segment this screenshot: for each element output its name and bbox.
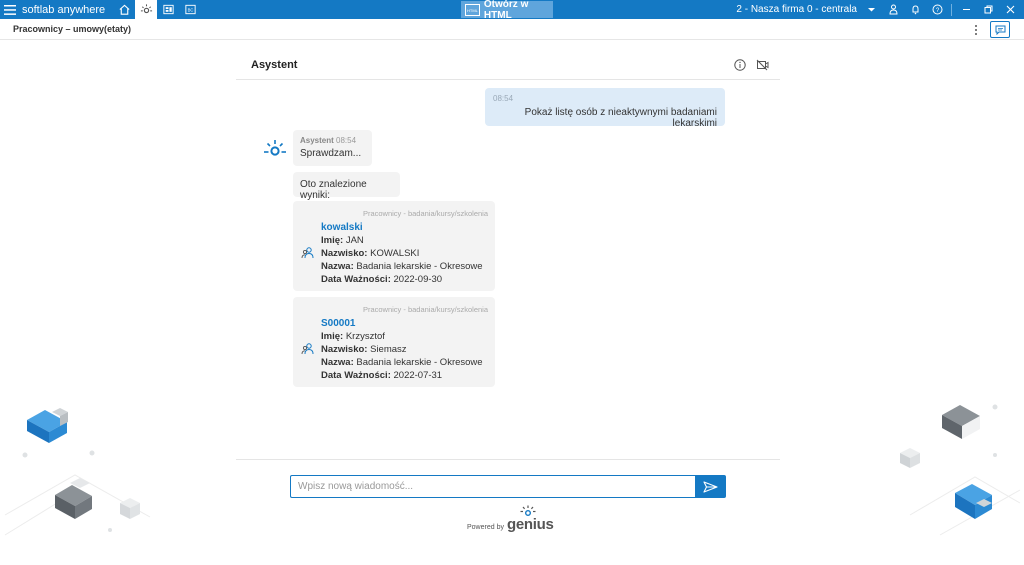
bell-icon[interactable] <box>907 0 923 19</box>
employee-group-icon <box>301 247 314 259</box>
result-row-nazwisko: Nazwisko: KOWALSKI <box>321 248 420 259</box>
user-message-bubble: 08:54 Pokaż listę osób z nieaktywnymi ba… <box>485 88 725 129</box>
employee-group-icon <box>301 343 314 355</box>
result-row-data: Data Ważności: 2022-07-31 <box>321 370 443 381</box>
result-link[interactable]: S00001 <box>321 317 483 330</box>
chevron-down-icon[interactable] <box>863 0 879 19</box>
window-list-icon[interactable] <box>157 0 179 19</box>
assistant-message-meta: Asystent 08:54 <box>300 136 365 145</box>
assistant-title: Asystent <box>251 59 298 71</box>
top-bar: softlab anywhere BC HTML Otwórz w HTML 2… <box>0 0 1024 21</box>
bc-icon[interactable]: BC <box>179 0 201 19</box>
result-link[interactable]: kowalski <box>321 221 483 234</box>
genius-logo-text: genius <box>506 516 554 533</box>
powered-by-label: Powered by <box>467 524 504 531</box>
video-off-icon[interactable] <box>756 59 769 71</box>
result-row-nazwa: Nazwa: Badania lekarskie - Okresowe <box>321 261 483 272</box>
svg-text:?: ? <box>935 8 939 14</box>
more-options-icon[interactable] <box>972 23 980 37</box>
send-icon <box>703 480 718 493</box>
result-card: Pracownicy - badania/kursy/szkolenia kow… <box>293 201 495 291</box>
result-row-imie: Imię: Krzysztof <box>321 331 385 342</box>
assistant-sender: Asystent <box>300 136 334 145</box>
page-title: Pracownicy – umowy(etaty) <box>13 24 132 34</box>
open-in-html-label: Otwórz w HTML <box>483 0 529 21</box>
help-icon[interactable]: ? <box>929 0 945 19</box>
assistant-message-bubble: Asystent 08:54 Sprawdzam... <box>293 130 372 166</box>
message-time: 08:54 <box>493 94 514 103</box>
decorative-cubes-right <box>900 404 1021 536</box>
message-input[interactable] <box>290 475 695 498</box>
close-icon[interactable] <box>1002 0 1018 19</box>
decorative-cubes-left <box>4 408 151 536</box>
header-divider <box>236 79 780 80</box>
brand-name[interactable]: softlab anywhere <box>22 4 105 16</box>
result-source: Pracownicy - badania/kursy/szkolenia <box>362 305 488 314</box>
result-row-data: Data Ważności: 2022-09-30 <box>321 274 443 285</box>
genius-logo-icon <box>520 505 536 516</box>
user-icon[interactable] <box>885 0 901 19</box>
company-selector[interactable]: 2 - Nasza firma 0 - centrala <box>736 4 857 15</box>
result-row-nazwisko: Nazwisko: Siemasz <box>321 344 407 355</box>
assistant-message-text: Sprawdzam... <box>300 148 362 159</box>
result-row-imie: Imię: JAN <box>321 235 364 246</box>
result-source: Pracownicy - badania/kursy/szkolenia <box>362 209 488 218</box>
assistant-avatar-icon <box>264 140 286 156</box>
chat-icon <box>995 25 1005 35</box>
result-body: kowalski Imię: JAN Nazwisko: KOWALSKI Na… <box>321 221 483 286</box>
chat-toggle-button[interactable] <box>990 21 1010 38</box>
restore-icon[interactable] <box>980 0 996 19</box>
hamburger-menu-icon[interactable] <box>0 0 20 19</box>
results-intro-bubble: Oto znalezione wyniki: <box>293 172 400 201</box>
result-row-nazwa: Nazwa: Badania lekarskie - Okresowe <box>321 357 483 368</box>
sub-header: Pracownicy – umowy(etaty) <box>0 19 1024 40</box>
powered-by: Powered by genius <box>467 505 554 533</box>
genius-logo: genius <box>506 505 554 533</box>
home-icon[interactable] <box>113 0 135 19</box>
input-divider <box>236 459 780 460</box>
svg-text:BC: BC <box>187 8 193 13</box>
user-message-text: Pokaż listę osób z nieaktywnymi badaniam… <box>524 107 717 129</box>
result-card: Pracownicy - badania/kursy/szkolenia S00… <box>293 297 495 387</box>
open-in-html-button[interactable]: HTML Otwórz w HTML <box>461 0 553 21</box>
html-icon: HTML <box>465 3 480 16</box>
info-icon[interactable] <box>734 59 746 71</box>
divider <box>951 3 952 16</box>
minimize-icon[interactable] <box>958 0 974 19</box>
send-button[interactable] <box>695 475 726 498</box>
message-time: 08:54 <box>336 136 357 145</box>
result-body: S00001 Imię: Krzysztof Nazwisko: Siemasz… <box>321 317 483 382</box>
genius-assistant-icon[interactable] <box>135 0 158 19</box>
